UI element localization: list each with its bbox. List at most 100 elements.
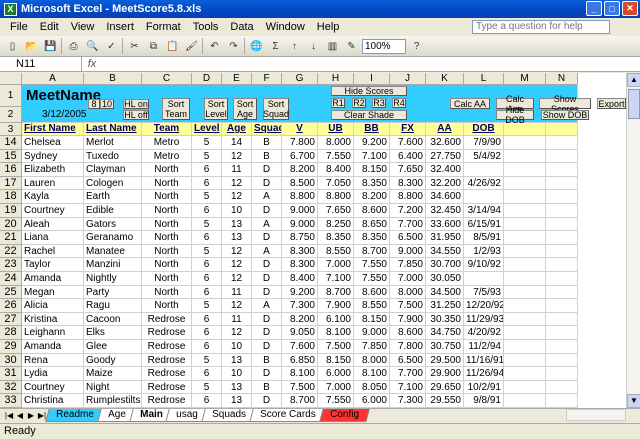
redo-icon[interactable]: ↷ xyxy=(225,38,242,54)
cell-e24[interactable]: 12 xyxy=(222,272,252,286)
cell-n27[interactable] xyxy=(546,312,578,327)
cell-k23[interactable]: 30.700 xyxy=(426,258,464,272)
cell-f17[interactable]: D xyxy=(252,176,282,191)
cell-j24[interactable]: 7.000 xyxy=(390,272,426,286)
cell-n29[interactable] xyxy=(546,340,578,354)
sheet-tab-squads[interactable]: Squads xyxy=(201,409,257,422)
cell-e29[interactable]: 10 xyxy=(222,340,252,354)
cell-g27[interactable]: 8.200 xyxy=(282,312,318,327)
cell-h27[interactable]: 6.100 xyxy=(318,312,354,327)
cell-j26[interactable]: 7.500 xyxy=(390,299,426,313)
cell-l17[interactable]: 4/26/92 xyxy=(464,176,504,191)
cell-l28[interactable]: 4/20/92 xyxy=(464,326,504,340)
cell-a28[interactable]: Leighann xyxy=(22,326,84,340)
spelling-icon[interactable]: ✓ xyxy=(103,38,120,54)
cell-l14[interactable]: 7/9/90 xyxy=(464,136,504,150)
cell-i19[interactable]: 8.600 xyxy=(354,204,390,218)
cell-n24[interactable] xyxy=(546,272,578,286)
cell-d20[interactable]: 5 xyxy=(192,217,222,232)
column-header-m[interactable]: M xyxy=(504,73,546,85)
cell-e19[interactable]: 10 xyxy=(222,204,252,218)
select-all-corner[interactable] xyxy=(0,73,22,85)
row-header[interactable]: 21 xyxy=(0,231,22,245)
cell-i33[interactable]: 6.000 xyxy=(354,394,390,408)
cell-m15[interactable] xyxy=(504,149,546,164)
cell-j27[interactable]: 7.900 xyxy=(390,312,426,327)
cell-i23[interactable]: 7.550 xyxy=(354,258,390,272)
cell-c17[interactable]: North xyxy=(142,176,192,191)
cell-d22[interactable]: 5 xyxy=(192,244,222,259)
sheet-tab-score-cards[interactable]: Score Cards xyxy=(249,409,327,422)
cell-c26[interactable]: North xyxy=(142,299,192,313)
cell-i27[interactable]: 8.150 xyxy=(354,312,390,327)
cell-i22[interactable]: 8.700 xyxy=(354,244,390,259)
cell-h33[interactable]: 7.550 xyxy=(318,394,354,408)
cell-e21[interactable]: 13 xyxy=(222,231,252,245)
vertical-scrollbar[interactable]: ▲ ▼ xyxy=(626,73,640,408)
cell-d31[interactable]: 6 xyxy=(192,367,222,381)
cell-a26[interactable]: Alicia xyxy=(22,299,84,313)
cell-a22[interactable]: Rachel xyxy=(22,244,84,259)
row-header[interactable]: 25 xyxy=(0,285,22,300)
cell-a31[interactable]: Lydia xyxy=(22,367,84,381)
cell-j22[interactable]: 9.000 xyxy=(390,244,426,259)
cell-g31[interactable]: 8.100 xyxy=(282,367,318,381)
cell-l23[interactable]: 9/10/92 xyxy=(464,258,504,272)
cell-f29[interactable]: D xyxy=(252,340,282,354)
cell-d26[interactable]: 5 xyxy=(192,299,222,313)
cell-m14[interactable] xyxy=(504,136,546,150)
cell-i18[interactable]: 8.200 xyxy=(354,190,390,204)
scroll-down-icon[interactable]: ▼ xyxy=(627,394,640,408)
cell-e15[interactable]: 12 xyxy=(222,149,252,164)
zoom-select[interactable]: 100% xyxy=(362,38,406,54)
sort-team-button[interactable]: Sort Team xyxy=(162,98,190,120)
minimize-icon[interactable]: _ xyxy=(586,1,602,16)
column-header-g[interactable]: G xyxy=(282,73,318,85)
cell-h22[interactable]: 8.550 xyxy=(318,244,354,259)
cell-j25[interactable]: 8.000 xyxy=(390,285,426,300)
row-header[interactable]: 16 xyxy=(0,163,22,177)
clear-shade-button[interactable]: Clear Shade xyxy=(331,110,407,120)
cell-l21[interactable]: 8/5/91 xyxy=(464,231,504,245)
cell-h21[interactable]: 8.350 xyxy=(318,231,354,245)
cell-e14[interactable]: 14 xyxy=(222,136,252,150)
cell-b27[interactable]: Cacoon xyxy=(84,312,142,327)
cell-g15[interactable]: 6.700 xyxy=(282,149,318,164)
cell-e20[interactable]: 13 xyxy=(222,217,252,232)
row-header[interactable]: 30 xyxy=(0,353,22,368)
cell-k14[interactable]: 32.600 xyxy=(426,136,464,150)
cell-e16[interactable]: 11 xyxy=(222,163,252,177)
cell-g32[interactable]: 7.500 xyxy=(282,380,318,395)
cell-e33[interactable]: 13 xyxy=(222,394,252,408)
cell-d27[interactable]: 6 xyxy=(192,312,222,327)
cell-d17[interactable]: 6 xyxy=(192,176,222,191)
hyperlink-icon[interactable]: 🌐 xyxy=(248,38,265,54)
cell-f24[interactable]: D xyxy=(252,272,282,286)
cell-m23[interactable] xyxy=(504,258,546,272)
cell-n26[interactable] xyxy=(546,299,578,313)
cell-b15[interactable]: Tuxedo xyxy=(84,149,142,164)
cell-b28[interactable]: Elks xyxy=(84,326,142,340)
cell-l33[interactable]: 9/8/91 xyxy=(464,394,504,408)
cell-h17[interactable]: 7.050 xyxy=(318,176,354,191)
calc-aa-button[interactable]: Calc AA xyxy=(450,98,490,109)
cell-k26[interactable]: 31.250 xyxy=(426,299,464,313)
cell-n25[interactable] xyxy=(546,285,578,300)
cell-h18[interactable]: 8.800 xyxy=(318,190,354,204)
r4-button[interactable]: R4 xyxy=(392,98,406,108)
row-header[interactable]: 32 xyxy=(0,380,22,395)
hide-scores-button[interactable]: Hide Scores xyxy=(331,86,407,96)
cell-c20[interactable]: North xyxy=(142,217,192,232)
cell-a14[interactable]: Chelsea xyxy=(22,136,84,150)
column-header-n[interactable]: N xyxy=(546,73,578,85)
cell-b16[interactable]: Clayman xyxy=(84,163,142,177)
cell-l24[interactable] xyxy=(464,272,504,286)
scroll-up-icon[interactable]: ▲ xyxy=(627,73,640,87)
row-header[interactable]: 15 xyxy=(0,149,22,164)
cell-k24[interactable]: 30.050 xyxy=(426,272,464,286)
cell-k15[interactable]: 27.750 xyxy=(426,149,464,164)
cell-h29[interactable]: 7.500 xyxy=(318,340,354,354)
cell-d32[interactable]: 5 xyxy=(192,380,222,395)
cell-f31[interactable]: D xyxy=(252,367,282,381)
row-header[interactable]: 27 xyxy=(0,312,22,327)
